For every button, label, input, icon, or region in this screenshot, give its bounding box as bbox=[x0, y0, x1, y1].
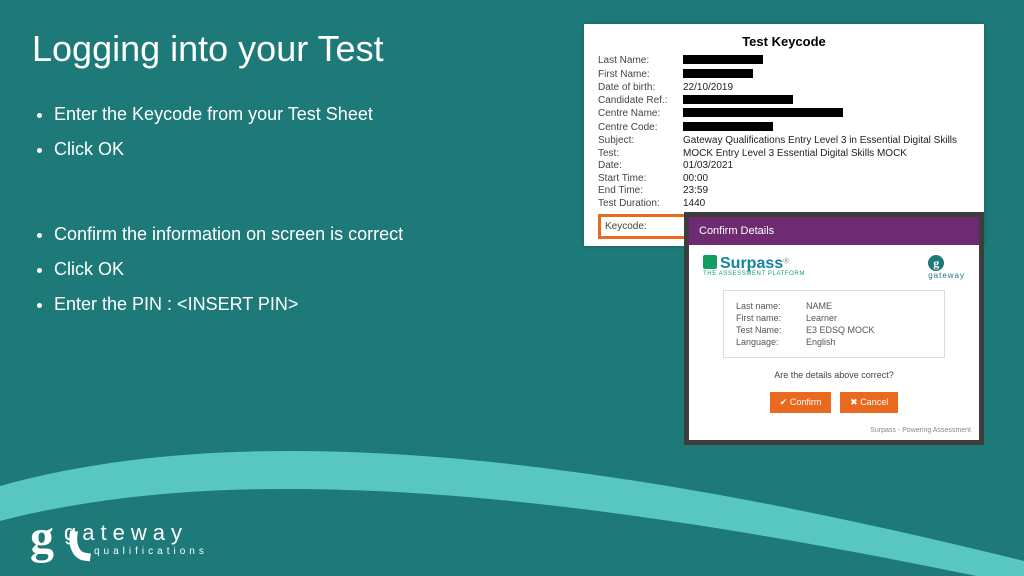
test-sheet-row: Centre Name: bbox=[598, 108, 970, 120]
test-sheet-label: Candidate Ref.: bbox=[598, 95, 683, 107]
bullet-list-1: Enter the Keycode from your Test Sheet Cl… bbox=[30, 100, 510, 170]
gateway-mini-word: gateway bbox=[928, 271, 965, 280]
footer-logo: g gateway qualifications bbox=[30, 519, 208, 558]
redacted-block bbox=[683, 95, 793, 104]
test-sheet-label: Start Time: bbox=[598, 173, 683, 184]
test-sheet-value: 22/10/2019 bbox=[683, 82, 970, 93]
test-sheet-row: Centre Code: bbox=[598, 122, 970, 134]
test-sheet-row: End Time:23:59 bbox=[598, 185, 970, 196]
test-sheet-value: 1440 bbox=[683, 198, 970, 209]
test-sheet-label: Date of birth: bbox=[598, 82, 683, 93]
test-sheet-value bbox=[683, 122, 970, 134]
surpass-logo: Surpass® THE ASSESSMENT PLATFORM bbox=[703, 255, 805, 277]
confirm-label: Language: bbox=[736, 337, 806, 347]
footer-sub: qualifications bbox=[94, 546, 208, 557]
test-sheet-row: Test:MOCK Entry Level 3 Essential Digita… bbox=[598, 148, 970, 159]
test-sheet-value bbox=[683, 95, 970, 107]
test-sheet-value bbox=[683, 69, 970, 81]
redacted-block bbox=[683, 55, 763, 64]
keycode-label: Keycode: bbox=[605, 221, 686, 232]
test-sheet-label: Test: bbox=[598, 148, 683, 159]
test-sheet-value: MOCK Entry Level 3 Essential Digital Ski… bbox=[683, 148, 970, 159]
confirm-value: NAME bbox=[806, 301, 832, 311]
test-sheet-label: Centre Name: bbox=[598, 108, 683, 120]
confirm-button[interactable]: ✔ Confirm bbox=[770, 392, 832, 413]
test-sheet-label: First Name: bbox=[598, 69, 683, 81]
confirm-value: English bbox=[806, 337, 836, 347]
bullet-item: Click OK bbox=[54, 255, 510, 284]
gateway-mini-mark: g bbox=[928, 255, 944, 271]
confirm-label: Last name: bbox=[736, 301, 806, 311]
confirm-table: Last name:NAMEFirst name:LearnerTest Nam… bbox=[723, 290, 945, 358]
test-sheet-label: Last Name: bbox=[598, 55, 683, 67]
slide: Logging into your Test Enter the Keycode… bbox=[0, 0, 1024, 576]
bullet-item: Click OK bbox=[54, 135, 510, 164]
gateway-mini-logo: g gateway bbox=[928, 255, 965, 280]
confirm-question: Are the details above correct? bbox=[703, 370, 965, 380]
test-sheet-label: Date: bbox=[598, 160, 683, 171]
test-sheet-row: Last Name: bbox=[598, 55, 970, 67]
confirm-label: First name: bbox=[736, 313, 806, 323]
test-sheet-row: Test Duration:1440 bbox=[598, 198, 970, 209]
test-sheet-rows: Last Name: First Name:Date of birth:22/10… bbox=[598, 55, 970, 209]
bullet-item: Confirm the information on screen is cor… bbox=[54, 220, 510, 249]
footer-logo-mark: g bbox=[30, 511, 54, 564]
confirm-value: E3 EDSQ MOCK bbox=[806, 325, 875, 335]
confirm-label: Test Name: bbox=[736, 325, 806, 335]
test-sheet-value bbox=[683, 108, 970, 120]
bullet-item: Enter the PIN : <INSERT PIN> bbox=[54, 290, 510, 319]
test-sheet-value: 00:00 bbox=[683, 173, 970, 184]
bullet-list-2: Confirm the information on screen is cor… bbox=[30, 220, 510, 324]
redacted-block bbox=[683, 108, 843, 117]
surpass-tagline: THE ASSESSMENT PLATFORM bbox=[703, 271, 805, 277]
confirm-row: First name:Learner bbox=[736, 313, 932, 323]
test-sheet-label: Test Duration: bbox=[598, 198, 683, 209]
test-sheet-row: Date of birth:22/10/2019 bbox=[598, 82, 970, 93]
test-sheet-row: Candidate Ref.: bbox=[598, 95, 970, 107]
test-sheet-value bbox=[683, 55, 970, 67]
test-sheet-row: Date:01/03/2021 bbox=[598, 160, 970, 171]
test-sheet-value: 01/03/2021 bbox=[683, 160, 970, 171]
test-sheet-row: Start Time:00:00 bbox=[598, 173, 970, 184]
cancel-button[interactable]: ✖ Cancel bbox=[840, 392, 898, 413]
redacted-block bbox=[683, 69, 753, 78]
test-sheet-value: 23:59 bbox=[683, 185, 970, 196]
surpass-word: Surpass bbox=[720, 255, 783, 272]
confirm-header: Confirm Details bbox=[689, 217, 979, 245]
test-sheet-label: Centre Code: bbox=[598, 122, 683, 134]
confirm-row: Last name:NAME bbox=[736, 301, 932, 311]
confirm-details-dialog: Confirm Details Surpass® THE ASSESSMENT … bbox=[684, 212, 984, 445]
test-sheet-heading: Test Keycode bbox=[598, 34, 970, 49]
confirm-row: Test Name:E3 EDSQ MOCK bbox=[736, 325, 932, 335]
bullet-item: Enter the Keycode from your Test Sheet bbox=[54, 100, 510, 129]
test-sheet-row: First Name: bbox=[598, 69, 970, 81]
confirm-row: Language:English bbox=[736, 337, 932, 347]
redacted-block bbox=[683, 122, 773, 131]
page-title: Logging into your Test bbox=[32, 28, 384, 70]
test-sheet-row: Subject:Gateway Qualifications Entry Lev… bbox=[598, 135, 970, 146]
confirm-logo-row: Surpass® THE ASSESSMENT PLATFORM g gatew… bbox=[703, 255, 965, 280]
confirm-value: Learner bbox=[806, 313, 837, 323]
test-sheet-value: Gateway Qualifications Entry Level 3 in … bbox=[683, 135, 970, 146]
confirm-footer: Surpass - Powering Assessment bbox=[689, 423, 979, 440]
test-sheet-label: End Time: bbox=[598, 185, 683, 196]
surpass-icon bbox=[703, 255, 717, 269]
test-sheet-label: Subject: bbox=[598, 135, 683, 146]
